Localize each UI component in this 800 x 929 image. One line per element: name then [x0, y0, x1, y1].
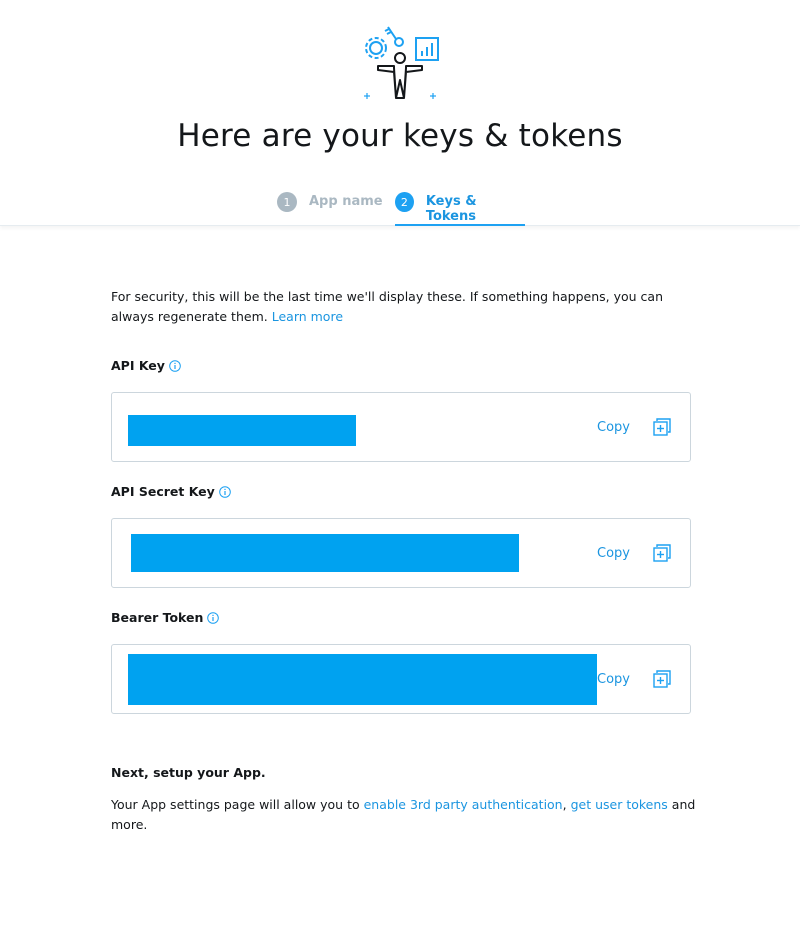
copy-icon [653, 670, 671, 688]
bearer-token-value-redacted[interactable] [128, 654, 597, 705]
next-steps-title: Next, setup your App. [111, 765, 266, 780]
next-steps-text: Your App settings page will allow you to… [111, 795, 701, 835]
get-user-tokens-link[interactable]: get user tokens [571, 797, 668, 812]
info-icon[interactable] [207, 611, 220, 624]
copy-icon [653, 418, 671, 436]
copy-label: Copy [597, 545, 630, 561]
enable-3rd-party-auth-link[interactable]: enable 3rd party authentication [364, 797, 563, 812]
api-key-label: API Key [111, 358, 181, 373]
api-secret-key-value-redacted[interactable] [131, 534, 519, 572]
next-steps-separator: , [562, 797, 567, 812]
api-secret-key-label: API Secret Key [111, 484, 231, 499]
copy-label: Copy [597, 671, 630, 687]
step-keys-tokens[interactable]: 2 Keys & Tokens [395, 190, 525, 226]
step-number: 2 [395, 192, 414, 212]
bearer-token-box: Copy [111, 644, 691, 714]
api-secret-key-box: Copy [111, 518, 691, 588]
security-notice: For security, this will be the last time… [111, 287, 701, 327]
step-app-name[interactable]: 1 App name [277, 190, 383, 226]
page-title: Here are your keys & tokens [177, 118, 623, 154]
developer-keys-illustration-icon [364, 26, 439, 99]
step-label: App name [309, 194, 383, 209]
step-number: 1 [277, 192, 297, 212]
copy-icon [653, 544, 671, 562]
step-label: Keys & Tokens [425, 194, 477, 224]
copy-api-key-button[interactable]: Copy [597, 415, 672, 439]
bearer-token-label-text: Bearer Token [111, 610, 204, 625]
api-key-label-text: API Key [111, 358, 165, 373]
api-key-box: Copy [111, 392, 691, 462]
copy-bearer-token-button[interactable]: Copy [597, 667, 672, 691]
api-secret-key-label-text: API Secret Key [111, 484, 215, 499]
info-icon[interactable] [218, 485, 231, 498]
bearer-token-label: Bearer Token [111, 610, 220, 625]
api-key-value-redacted[interactable] [128, 415, 356, 446]
security-notice-text: For security, this will be the last time… [111, 289, 664, 324]
page-header: Here are your keys & tokens 1 App name 2… [0, 0, 800, 226]
next-steps-text-before: Your App settings page will allow you to [111, 797, 360, 812]
copy-label: Copy [597, 419, 630, 435]
learn-more-link[interactable]: Learn more [272, 309, 343, 324]
info-icon[interactable] [169, 359, 181, 372]
copy-api-secret-key-button[interactable]: Copy [597, 541, 672, 565]
